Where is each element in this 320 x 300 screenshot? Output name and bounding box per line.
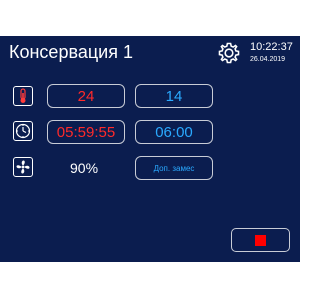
temperature-setpoint-value: 14 [165,87,183,105]
clock-time: 10:22:37 [250,41,293,53]
timer-setpoint-value: 06:00 [155,123,193,141]
timer-current-field[interactable]: 05:59:55 [47,120,125,144]
temperature-current-field[interactable]: 24 [47,84,125,108]
stop-button[interactable] [231,228,290,252]
temperature-setpoint-field[interactable]: 14 [135,84,213,108]
stop-icon [255,234,266,246]
fan-speed-value: 90% [70,160,99,176]
page-title: Консервация 1 [9,42,133,62]
clock-date: 26.04.2019 [250,56,286,63]
extra-mix-button[interactable]: Доп. замес [135,156,213,180]
gear-icon[interactable] [217,41,241,65]
timer-current-value: 05:59:55 [56,123,116,141]
temperature-current-value: 24 [77,87,95,105]
timer-setpoint-field[interactable]: 06:00 [135,120,213,144]
thermometer-icon [13,86,33,106]
clock-icon [13,121,33,141]
control-screen: Консервация 1 10:22:37 26.04.2019 24 14 [0,36,300,262]
extra-mix-label: Доп. замес [153,163,195,173]
fan-icon[interactable] [13,157,33,177]
